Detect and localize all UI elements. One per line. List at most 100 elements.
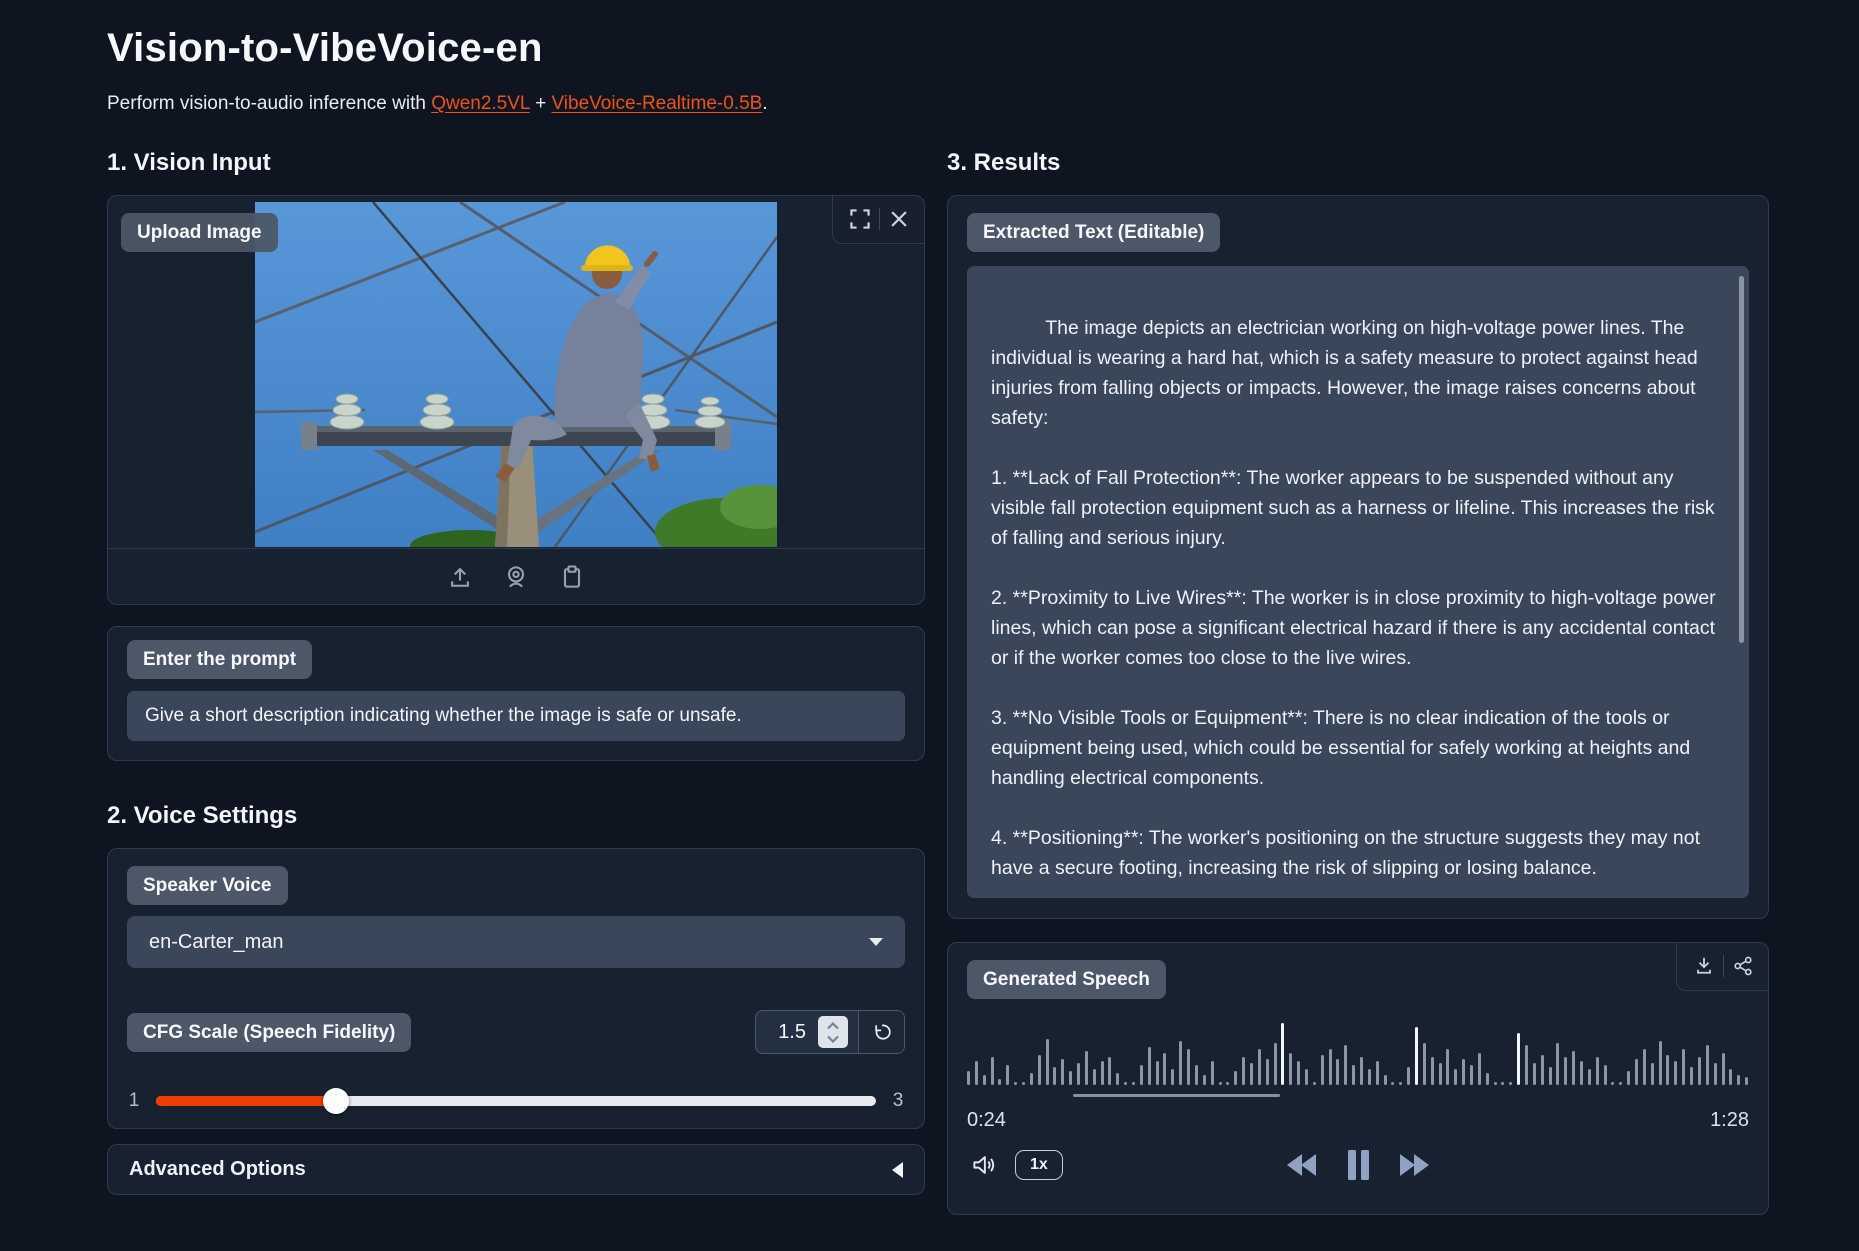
download-audio-button[interactable] xyxy=(1689,951,1719,981)
waveform-bar xyxy=(1266,1059,1269,1085)
cfg-stepper xyxy=(818,1016,848,1048)
waveform xyxy=(967,1019,1749,1085)
waveform-bar xyxy=(1501,1082,1504,1085)
fast-forward-icon xyxy=(1396,1150,1432,1180)
upload-source-button[interactable] xyxy=(443,560,477,594)
waveform-bar xyxy=(1085,1051,1088,1085)
waveform-zone[interactable] xyxy=(967,1019,1749,1097)
clipboard-icon xyxy=(558,563,586,591)
waveform-bar xyxy=(1580,1061,1583,1085)
cfg-number-input[interactable]: 1.5 xyxy=(756,1011,818,1053)
waveform-bar xyxy=(1415,1027,1418,1085)
chevron-down-icon xyxy=(869,938,883,946)
waveform-bar xyxy=(1203,1075,1206,1085)
link-qwen[interactable]: Qwen2.5VL xyxy=(431,93,530,114)
waveform-bar xyxy=(1525,1045,1528,1085)
playback-speed-button[interactable]: 1x xyxy=(1015,1150,1063,1180)
waveform-bar xyxy=(1478,1053,1481,1085)
cfg-scale-label: CFG Scale (Speech Fidelity) xyxy=(127,1013,411,1052)
clear-image-button[interactable] xyxy=(884,204,914,234)
waveform-bar xyxy=(1140,1065,1143,1085)
speaker-voice-value: en-Carter_man xyxy=(149,931,284,954)
volume-button[interactable] xyxy=(967,1148,1001,1182)
waveform-bar xyxy=(1274,1043,1277,1085)
section-results: 3. Results xyxy=(947,149,1769,177)
speaker-voice-dropdown[interactable]: en-Carter_man xyxy=(127,916,905,968)
webcam-source-button[interactable] xyxy=(499,560,533,594)
waveform-bar xyxy=(1643,1049,1646,1085)
advanced-options-accordion[interactable]: Advanced Options xyxy=(107,1144,925,1195)
fullscreen-button[interactable] xyxy=(845,204,875,234)
share-audio-button[interactable] xyxy=(1728,951,1758,981)
waveform-bar xyxy=(1336,1059,1339,1085)
waveform-bar xyxy=(1250,1063,1253,1085)
extracted-text-area[interactable]: The image depicts an electrician working… xyxy=(967,266,1749,898)
uploaded-image[interactable] xyxy=(255,202,777,547)
upload-icon xyxy=(446,563,474,591)
waveform-bar xyxy=(967,1071,970,1085)
chevron-up-icon xyxy=(826,1022,840,1030)
waveform-bar xyxy=(1446,1049,1449,1085)
waveform-bar xyxy=(1171,1069,1174,1085)
waveform-bar xyxy=(1564,1057,1567,1085)
waveform-bar xyxy=(1163,1053,1166,1085)
cfg-number-group: 1.5 xyxy=(755,1010,905,1054)
rewind-button[interactable] xyxy=(1281,1147,1323,1183)
results-panel: Extracted Text (Editable) The image depi… xyxy=(947,195,1769,919)
volume-icon xyxy=(970,1151,998,1179)
waveform-bar xyxy=(991,1057,994,1085)
waveform-bar xyxy=(1627,1071,1630,1085)
waveform-bar xyxy=(1391,1082,1394,1085)
textarea-scrollbar[interactable] xyxy=(1739,276,1744,643)
waveform-bar xyxy=(1611,1082,1614,1085)
download-icon xyxy=(1692,954,1716,978)
link-vibevoice[interactable]: VibeVoice-Realtime-0.5B xyxy=(551,93,762,114)
waveform-bar xyxy=(1462,1059,1465,1085)
waveform-bar xyxy=(1124,1082,1127,1085)
image-corner-tools xyxy=(832,196,924,244)
image-source-bar xyxy=(108,548,924,604)
waveform-bar xyxy=(1690,1067,1693,1085)
paste-source-button[interactable] xyxy=(555,560,589,594)
tool-divider xyxy=(1723,955,1724,977)
prompt-input[interactable]: Give a short description indicating whet… xyxy=(127,691,905,741)
waveform-bar xyxy=(1556,1043,1559,1085)
waveform-bar xyxy=(1069,1071,1072,1085)
waveform-bar xyxy=(1305,1069,1308,1085)
reset-icon xyxy=(872,1022,892,1042)
waveform-bar xyxy=(975,1061,978,1085)
fast-forward-button[interactable] xyxy=(1393,1147,1435,1183)
waveform-bar xyxy=(1219,1082,1222,1085)
accordion-collapsed-icon xyxy=(892,1162,903,1178)
waveform-bar xyxy=(1533,1063,1536,1085)
waveform-bar xyxy=(1360,1057,1363,1085)
cfg-slider[interactable] xyxy=(156,1096,876,1106)
waveform-bar xyxy=(1635,1059,1638,1085)
cfg-slider-thumb[interactable] xyxy=(323,1088,349,1114)
waveform-bar xyxy=(1014,1082,1017,1085)
cfg-step-up-button[interactable] xyxy=(826,1020,840,1032)
waveform-bar xyxy=(1234,1071,1237,1085)
waveform-bar xyxy=(1588,1069,1591,1085)
waveform-bar xyxy=(1006,1065,1009,1085)
close-icon xyxy=(887,207,911,231)
pause-button[interactable] xyxy=(1341,1145,1375,1185)
waveform-bar xyxy=(1116,1073,1119,1085)
page-subtitle: Perform vision-to-audio inference with Q… xyxy=(107,93,1859,115)
waveform-bar xyxy=(1195,1065,1198,1085)
speech-corner-tools xyxy=(1676,943,1768,991)
waveform-bar xyxy=(1399,1082,1402,1085)
waveform-bar xyxy=(1321,1055,1324,1085)
waveform-bar xyxy=(1281,1023,1284,1085)
waveform-bar xyxy=(1030,1073,1033,1085)
waveform-bar xyxy=(1486,1073,1489,1085)
waveform-bar xyxy=(1619,1082,1622,1085)
cfg-reset-button[interactable] xyxy=(858,1011,904,1053)
waveform-bar xyxy=(998,1079,1001,1085)
cfg-step-down-button[interactable] xyxy=(826,1033,840,1045)
waveform-bar xyxy=(1549,1067,1552,1085)
speaker-voice-label: Speaker Voice xyxy=(127,866,288,905)
subtitle-joiner: + xyxy=(530,93,552,114)
waveform-bar xyxy=(1101,1061,1104,1085)
upload-image-label: Upload Image xyxy=(121,213,278,252)
